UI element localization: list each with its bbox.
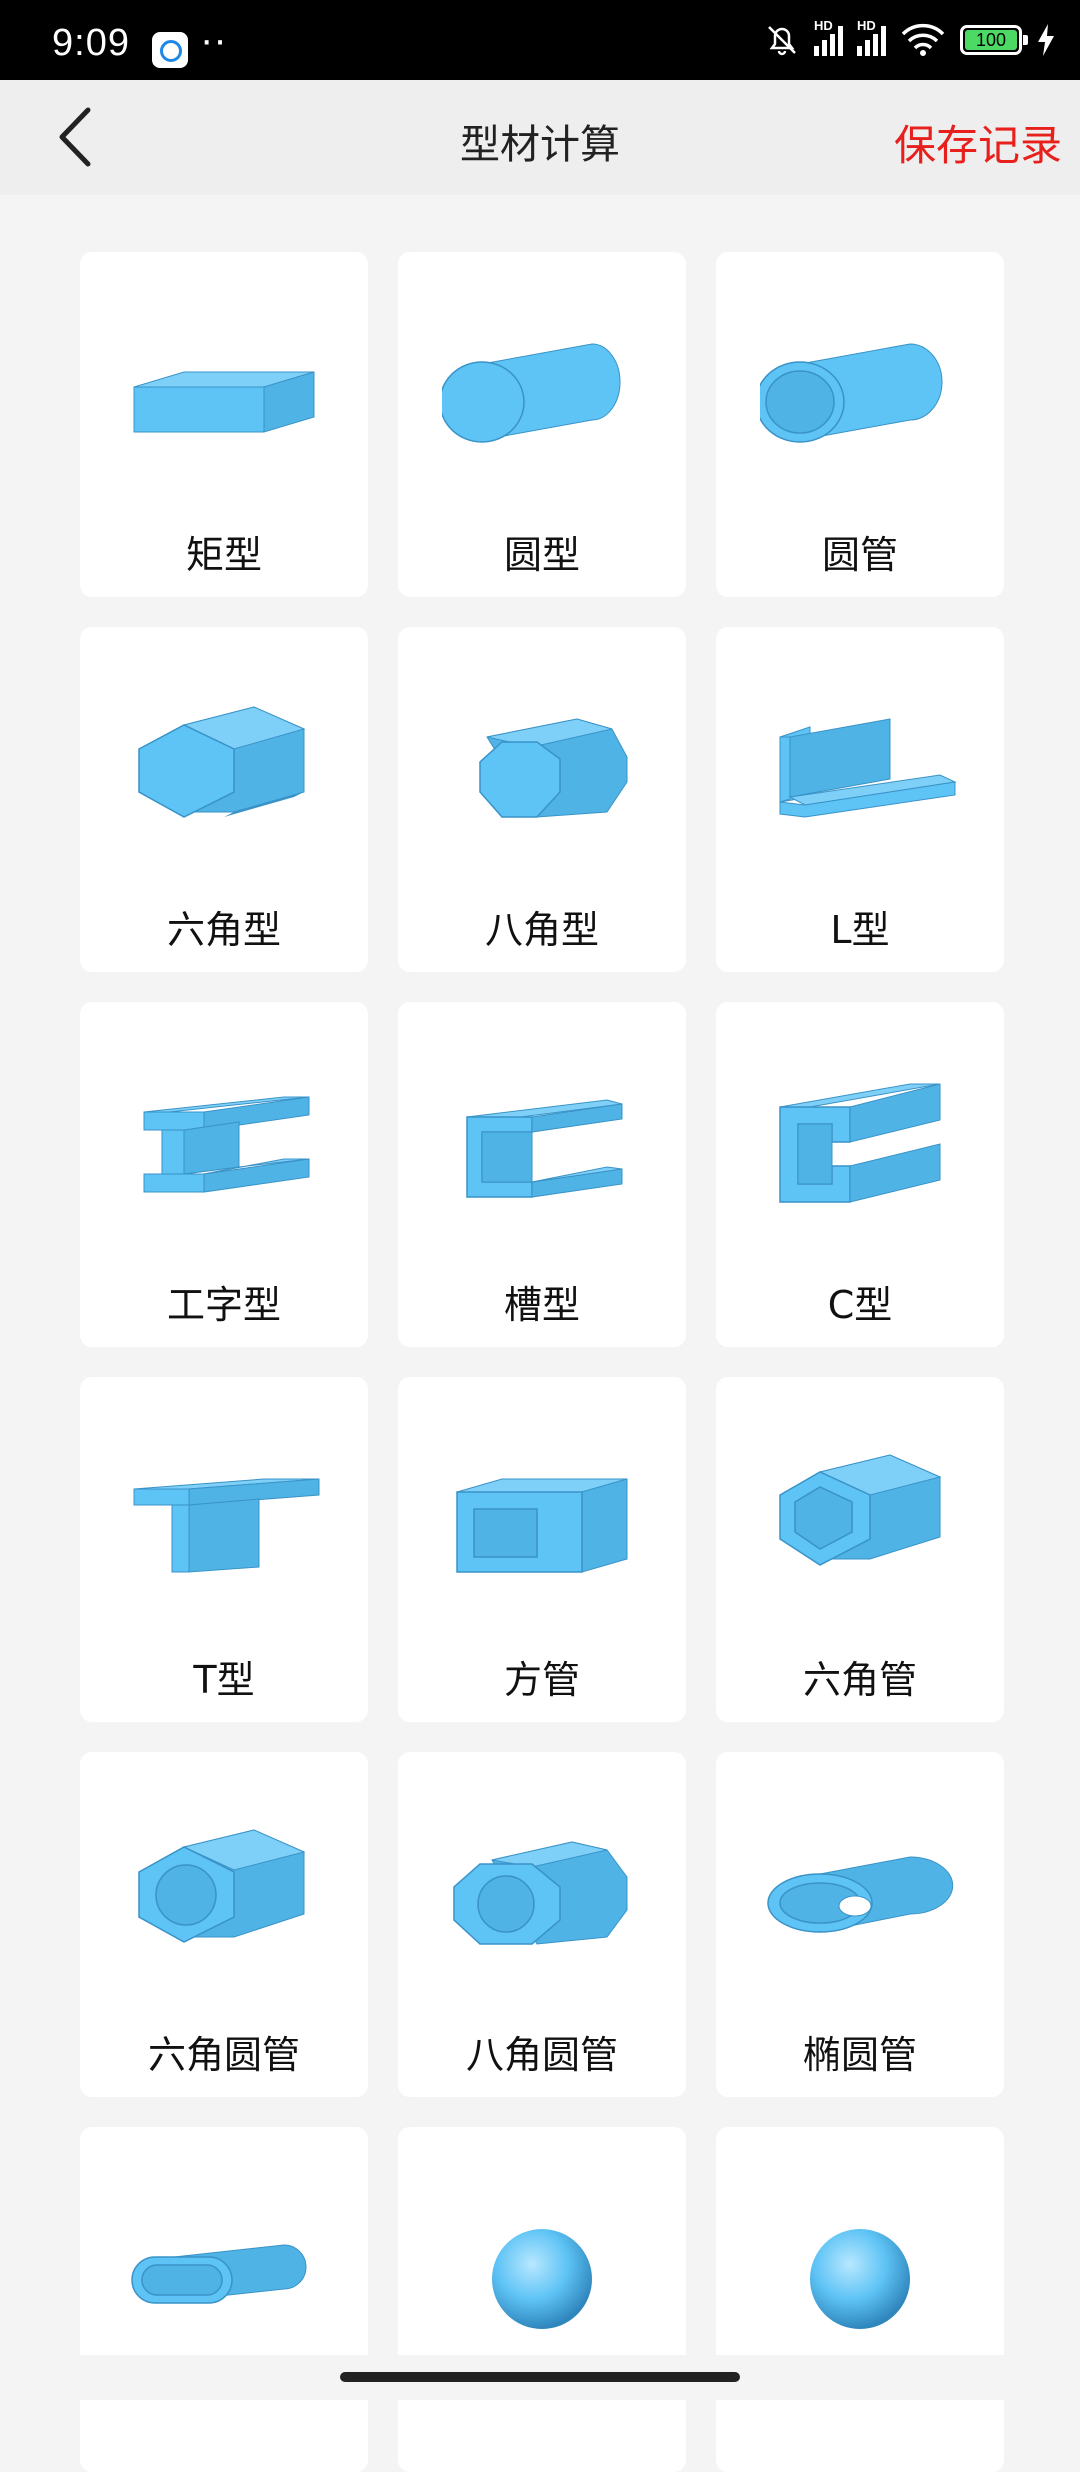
wifi-icon	[901, 23, 945, 56]
shape-label: 八角型	[484, 908, 599, 952]
shape-card-hexagon[interactable]: 六角型	[80, 627, 368, 972]
status-bar: 9:09 ·· HD HD 100	[0, 0, 1080, 80]
chat-app-icon	[152, 32, 188, 68]
shape-card-round[interactable]: 圆型	[398, 252, 686, 597]
rectangle-bar-icon	[133, 371, 315, 433]
mute-bell-icon	[768, 26, 796, 56]
shape-label: 椭圆管	[802, 2033, 917, 2077]
angle-bar-icon	[779, 718, 957, 818]
status-indicators: HD HD 100	[764, 14, 1056, 66]
shape-card-c-channel[interactable]: C型	[716, 1002, 1004, 1347]
shape-label: L型	[830, 908, 890, 952]
shape-card-square-tube[interactable]: 方管	[398, 1377, 686, 1722]
round-tube-icon	[760, 343, 943, 443]
shape-card-octagon[interactable]: 八角型	[398, 627, 686, 972]
shape-label: 六角管	[802, 1658, 917, 1702]
shape-label: 槽型	[503, 1283, 580, 1327]
octagon-round-tube-icon	[453, 1841, 628, 1945]
shape-grid: 矩型 圆型 圆管 六角型 八角型 L型 工字型 槽型 C型 T型 方管 六角管 …	[80, 252, 1004, 2472]
shape-label: 工字型	[166, 1283, 281, 1327]
shape-card-octagon-round-tube[interactable]: 八角圆管	[398, 1752, 686, 2097]
shape-card-t-bar[interactable]: T型	[80, 1377, 368, 1722]
battery-icon: 100	[960, 25, 1028, 55]
t-bar-icon	[133, 1478, 320, 1573]
hexagon-round-tube-icon	[138, 1829, 306, 1943]
signal-icon: HD	[814, 18, 843, 56]
shape-card-sphere[interactable]	[398, 2127, 686, 2472]
c-channel-icon	[779, 1083, 941, 1203]
shape-card-round-tube[interactable]: 圆管	[716, 252, 1004, 597]
sphere-icon	[810, 2229, 910, 2329]
square-tube-icon	[456, 1478, 628, 1573]
octagon-bar-icon	[479, 718, 628, 818]
shape-label: 圆管	[821, 533, 898, 577]
status-more-dots: ··	[200, 18, 227, 62]
shape-label: 方管	[503, 1658, 580, 1702]
shape-card-l-angle[interactable]: L型	[716, 627, 1004, 972]
shape-card-channel[interactable]: 槽型	[398, 1002, 686, 1347]
shape-label: 八角圆管	[465, 2033, 618, 2077]
shape-card-hexagon-round-tube[interactable]: 六角圆管	[80, 1752, 368, 2097]
shape-card-oval-tube[interactable]: 椭圆管	[716, 1752, 1004, 2097]
oval-tube-icon	[767, 1856, 954, 1933]
channel-icon	[466, 1099, 623, 1198]
flat-oval-tube-icon	[131, 2244, 307, 2304]
shape-card-sphere[interactable]	[716, 2127, 1004, 2472]
save-records-button[interactable]: 保存记录	[894, 112, 1062, 173]
hexagon-bar-icon	[138, 706, 306, 818]
shape-card-i-beam[interactable]: 工字型	[80, 1002, 368, 1347]
header-bar: 型材计算 保存记录	[0, 80, 1080, 195]
home-indicator[interactable]	[340, 2372, 740, 2382]
shape-label: 矩型	[185, 533, 262, 577]
shape-label: 六角圆管	[147, 2033, 300, 2077]
shape-label: 圆型	[503, 533, 580, 577]
shape-card-rectangle[interactable]: 矩型	[80, 252, 368, 597]
shape-label: C型	[827, 1283, 893, 1327]
round-bar-icon	[442, 343, 621, 443]
charging-bolt-icon	[1038, 24, 1054, 56]
shape-card-flat-oval-tube[interactable]	[80, 2127, 368, 2472]
shape-label: T型	[193, 1658, 255, 1702]
shape-card-hexagon-tube[interactable]: 六角管	[716, 1377, 1004, 1722]
sphere-icon	[492, 2229, 592, 2329]
shape-label: 六角型	[166, 908, 281, 952]
i-beam-icon	[143, 1096, 310, 1193]
signal-icon: HD	[857, 18, 886, 56]
hexagon-tube-icon	[779, 1454, 942, 1566]
status-time: 9:09	[52, 22, 130, 64]
